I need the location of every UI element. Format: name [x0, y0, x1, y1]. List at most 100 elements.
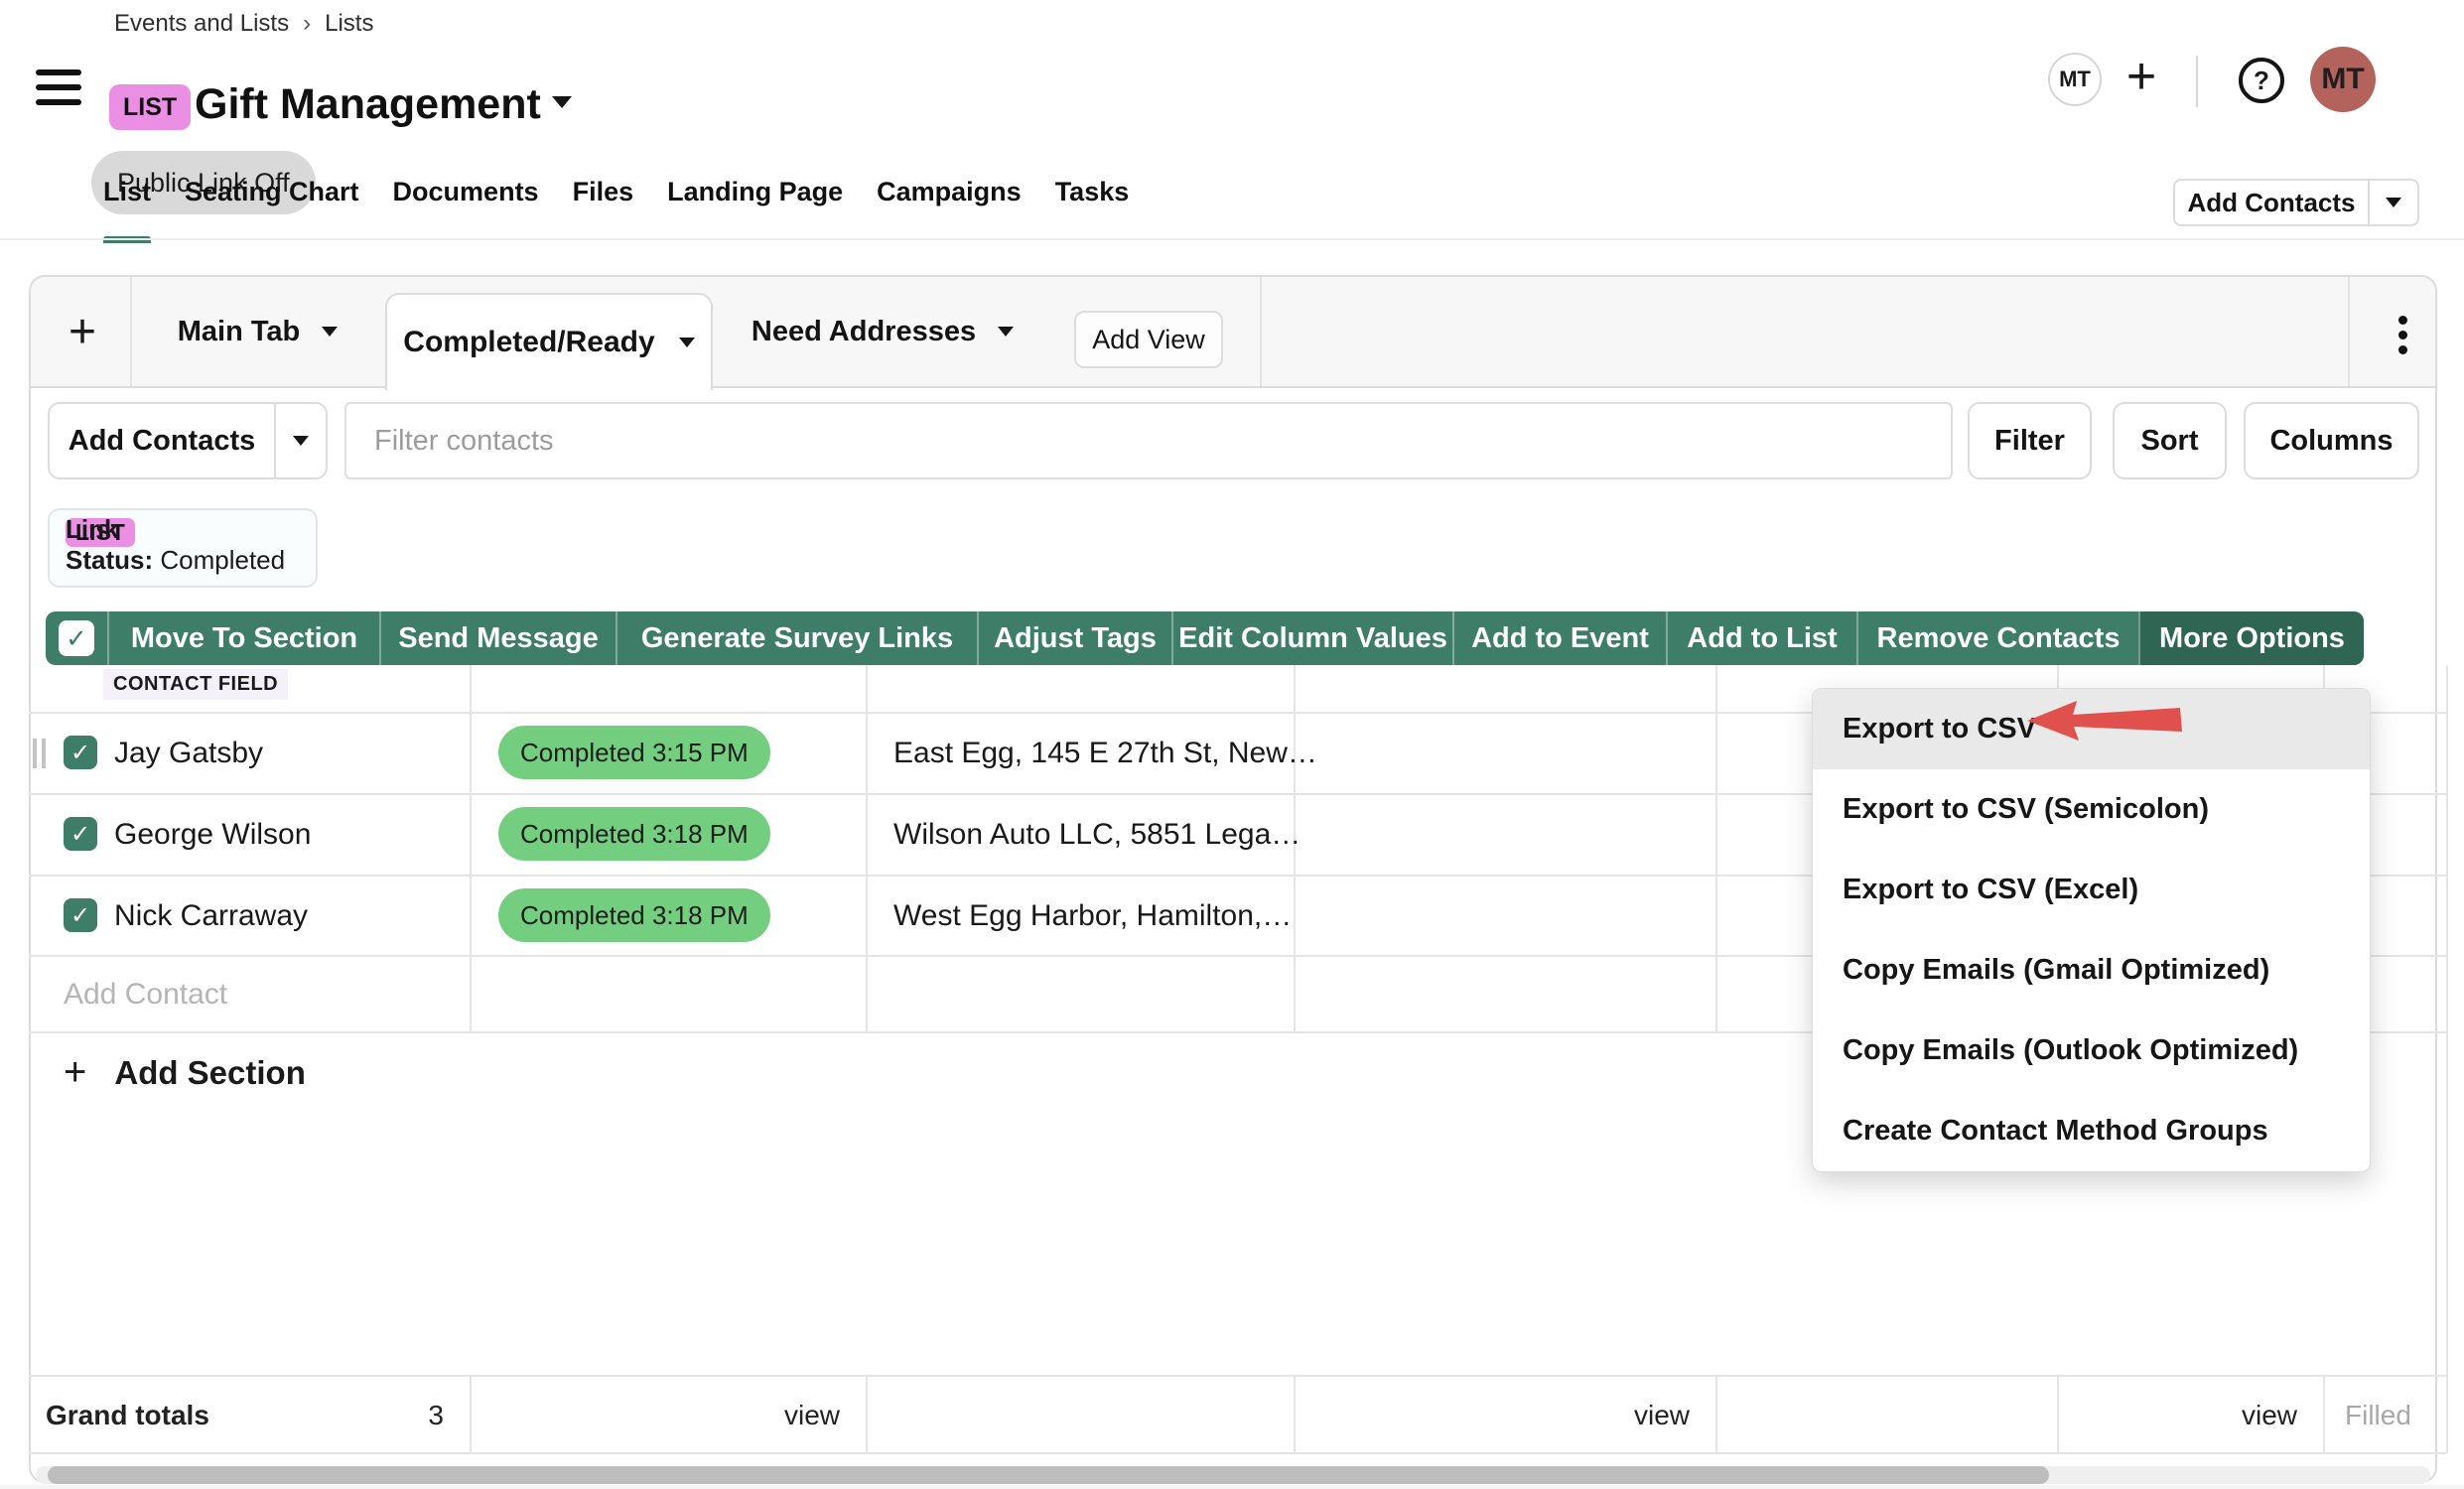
contact-name-cell[interactable]: George Wilson	[114, 818, 311, 852]
filter-button[interactable]: Filter	[1968, 402, 2092, 479]
address-cell[interactable]: West Egg Harbor, Hamilton,…	[893, 899, 1292, 933]
annotation-arrow-icon	[2023, 699, 2184, 743]
page-title: Gift Management	[195, 80, 541, 129]
link-status-cell[interactable]: Completed 3:18 PM	[498, 888, 770, 942]
view-link[interactable]: view	[2045, 1400, 2297, 1431]
row-checkbox[interactable]: ✓	[64, 817, 97, 851]
contact-name-cell[interactable]: Jay Gatsby	[114, 737, 263, 770]
page: Events and Lists › Lists LIST Gift Manag…	[0, 0, 2464, 1489]
add-contacts-button[interactable]: Add Contacts	[48, 402, 328, 479]
more-vertical-icon[interactable]	[2398, 310, 2407, 360]
add-contacts-caret-button[interactable]	[2368, 181, 2417, 224]
remove-contacts-button[interactable]: Remove Contacts	[1856, 611, 2138, 665]
table-right-border	[2446, 665, 2448, 1453]
send-message-button[interactable]: Send Message	[379, 611, 616, 665]
help-icon[interactable]: ?	[2239, 58, 2284, 103]
tab-campaigns[interactable]: Campaigns	[877, 177, 1022, 221]
chevron-right-icon: ›	[303, 10, 311, 38]
menu-item-copy-emails-gmail[interactable]: Copy Emails (Gmail Optimized)	[1813, 930, 2370, 1011]
list-type-badge: LIST	[109, 84, 191, 130]
adjust-tags-button[interactable]: Adjust Tags	[977, 611, 1171, 665]
workspace-avatar[interactable]: MT	[2048, 53, 2102, 106]
add-contact-row[interactable]: Add Contact	[64, 978, 227, 1012]
view-tab-need-addresses[interactable]: Need Addresses	[713, 277, 1052, 386]
page-bottom-strip	[0, 1485, 2464, 1489]
breadcrumb: Events and Lists › Lists	[114, 10, 373, 38]
section-nav: List Seating Chart Documents Files Landi…	[103, 177, 1129, 221]
tab-list[interactable]: List	[103, 177, 151, 221]
footer-bottom-border	[29, 1452, 2446, 1454]
checkbox-checked-icon: ✓	[59, 620, 94, 656]
footer-top-border	[29, 1375, 2446, 1377]
add-contacts-button-top[interactable]: Add Contacts	[2173, 179, 2419, 226]
chip-text: Link Status: Completed	[66, 514, 316, 576]
column-divider	[1294, 1375, 1296, 1452]
move-to-section-button[interactable]: Move To Section	[107, 611, 379, 665]
add-to-list-button[interactable]: Add to List	[1666, 611, 1856, 665]
view-link[interactable]: view	[596, 1400, 840, 1431]
tab-landing-page[interactable]: Landing Page	[667, 177, 843, 221]
row-checkbox[interactable]: ✓	[64, 736, 97, 769]
hamburger-menu-icon[interactable]	[36, 69, 81, 105]
breadcrumb-lists[interactable]: Lists	[325, 10, 373, 38]
more-options-menu: Export to CSV Export to CSV (Semicolon) …	[1812, 688, 2371, 1172]
column-divider	[866, 1375, 868, 1452]
add-icon[interactable]: +	[2117, 46, 2166, 107]
grand-totals-label: Grand totals	[46, 1400, 209, 1431]
caret-down-icon	[679, 338, 695, 347]
row-checkbox[interactable]: ✓	[64, 898, 97, 932]
tab-seating-chart[interactable]: Seating Chart	[185, 177, 359, 221]
edit-column-values-button[interactable]: Edit Column Values	[1171, 611, 1452, 665]
strip-divider	[2348, 277, 2350, 386]
add-view-button[interactable]: Add View	[1074, 311, 1223, 368]
contact-name-cell[interactable]: Nick Carraway	[114, 899, 308, 933]
bulk-action-bar: ✓ Move To Section Send Message Generate …	[46, 611, 2364, 665]
column-divider	[2323, 1375, 2325, 1452]
menu-item-create-contact-method-groups[interactable]: Create Contact Method Groups	[1813, 1091, 2370, 1171]
select-all-checkbox[interactable]: ✓	[46, 611, 107, 665]
caret-down-icon	[322, 327, 338, 337]
breadcrumb-events-and-lists[interactable]: Events and Lists	[114, 10, 289, 38]
add-to-event-button[interactable]: Add to Event	[1452, 611, 1666, 665]
link-status-cell[interactable]: Completed 3:18 PM	[498, 807, 770, 861]
add-contacts-label: Add Contacts	[50, 425, 274, 458]
address-cell[interactable]: Wilson Auto LLC, 5851 Lega…	[893, 818, 1300, 852]
nav-divider	[0, 238, 2464, 240]
title-caret-down-icon[interactable]	[552, 96, 572, 108]
column-divider	[1715, 1375, 1717, 1452]
menu-item-export-csv-excel[interactable]: Export to CSV (Excel)	[1813, 850, 2370, 930]
add-section-button[interactable]: + Add Section	[64, 1050, 306, 1095]
link-status-cell[interactable]: Completed 3:15 PM	[498, 726, 770, 779]
address-cell[interactable]: East Egg, 145 E 27th St, New…	[893, 737, 1317, 770]
column-divider	[470, 1375, 472, 1452]
menu-item-copy-emails-outlook[interactable]: Copy Emails (Outlook Optimized)	[1813, 1011, 2370, 1091]
tab-files[interactable]: Files	[573, 177, 634, 221]
caret-down-icon	[293, 436, 309, 446]
add-contacts-caret-button[interactable]	[274, 404, 326, 477]
horizontal-scrollbar-track[interactable]	[36, 1466, 2430, 1484]
more-options-button[interactable]: More Options	[2138, 611, 2364, 665]
tab-tasks[interactable]: Tasks	[1055, 177, 1130, 221]
filter-contacts-input[interactable]	[344, 402, 1953, 479]
filled-label: Filled	[2345, 1400, 2411, 1431]
column-header-contact-field[interactable]: CONTACT FIELD	[103, 669, 288, 700]
caret-down-icon	[2386, 198, 2401, 207]
user-avatar[interactable]: MT	[2310, 47, 2376, 112]
view-tab-main-tab[interactable]: Main Tab	[130, 277, 385, 386]
link-status-filter-chip[interactable]: LIST Link Status: Completed	[48, 508, 318, 588]
tab-documents[interactable]: Documents	[393, 177, 539, 221]
header-divider	[2196, 56, 2198, 107]
generate-survey-links-button[interactable]: Generate Survey Links	[616, 611, 977, 665]
view-link[interactable]: view	[1439, 1400, 1690, 1431]
add-view-tab-icon[interactable]: +	[60, 302, 105, 361]
horizontal-scrollbar-thumb[interactable]	[48, 1466, 2049, 1484]
grand-total-count: 3	[199, 1400, 444, 1431]
caret-down-icon	[998, 327, 1014, 337]
view-tab-completed-ready[interactable]: Completed/Ready	[385, 293, 713, 390]
strip-divider	[1260, 277, 1262, 386]
plus-icon: +	[64, 1050, 86, 1095]
add-contacts-label: Add Contacts	[2175, 188, 2368, 218]
menu-item-export-csv-semicolon[interactable]: Export to CSV (Semicolon)	[1813, 769, 2370, 850]
sort-button[interactable]: Sort	[2113, 402, 2227, 479]
columns-button[interactable]: Columns	[2244, 402, 2419, 479]
